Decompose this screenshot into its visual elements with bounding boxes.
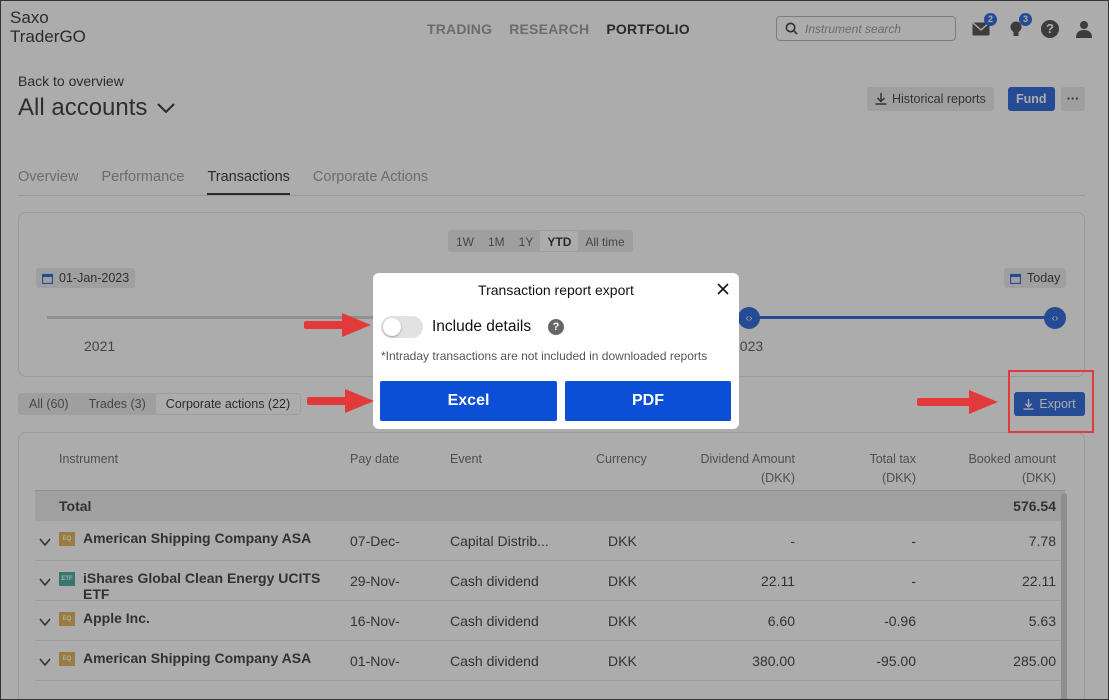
close-icon[interactable] bbox=[716, 282, 730, 296]
app-window: Saxo TraderGO TRADING RESEARCH PORTFOLIO… bbox=[0, 0, 1109, 700]
annotation-arrow-icon bbox=[304, 313, 371, 337]
annotation-arrow-icon bbox=[307, 389, 374, 413]
export-pdf-button[interactable]: PDF bbox=[565, 381, 731, 421]
annotation-arrow-icon bbox=[917, 390, 998, 414]
dialog-title: Transaction report export bbox=[478, 282, 634, 298]
export-highlight-box bbox=[1008, 370, 1094, 433]
include-details-toggle[interactable] bbox=[381, 316, 423, 338]
export-excel-button[interactable]: Excel bbox=[380, 381, 557, 421]
intraday-note: *Intraday transactions are not included … bbox=[381, 349, 708, 363]
include-details-label: Include details bbox=[432, 318, 532, 335]
transaction-export-dialog: Transaction report export Include detail… bbox=[373, 273, 739, 429]
help-icon[interactable]: ? bbox=[548, 319, 564, 335]
